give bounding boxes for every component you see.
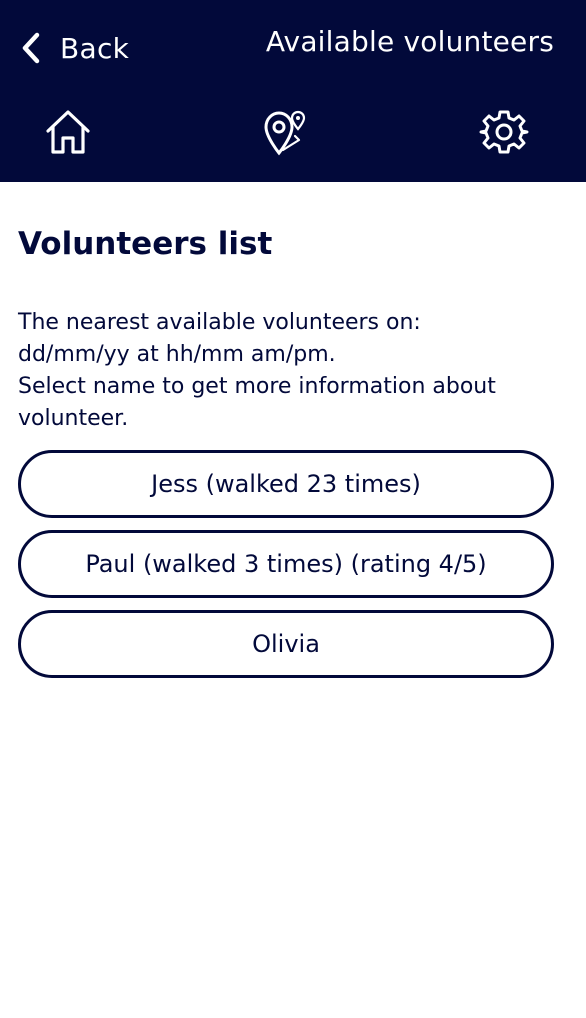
- chevron-left-icon: [20, 30, 42, 66]
- screen-title: Available volunteers: [265, 25, 554, 58]
- home-icon[interactable]: [42, 106, 94, 158]
- main-content: Volunteers list The nearest available vo…: [0, 226, 586, 678]
- gear-icon[interactable]: [478, 106, 530, 158]
- volunteer-button-paul[interactable]: Paul (walked 3 times) (rating 4/5): [18, 530, 554, 598]
- app-header: Back Available volunteers: [0, 0, 586, 182]
- page-title: Volunteers list: [18, 226, 273, 262]
- instructions-text: The nearest available volunteers on: dd/…: [18, 310, 496, 431]
- volunteer-list: Jess (walked 23 times) Paul (walked 3 ti…: [18, 450, 554, 678]
- volunteer-button-jess[interactable]: Jess (walked 23 times): [18, 450, 554, 518]
- back-button[interactable]: Back: [20, 26, 129, 70]
- map-pin-icon[interactable]: [259, 106, 311, 158]
- volunteer-button-olivia[interactable]: Olivia: [18, 610, 554, 678]
- back-label: Back: [60, 31, 130, 65]
